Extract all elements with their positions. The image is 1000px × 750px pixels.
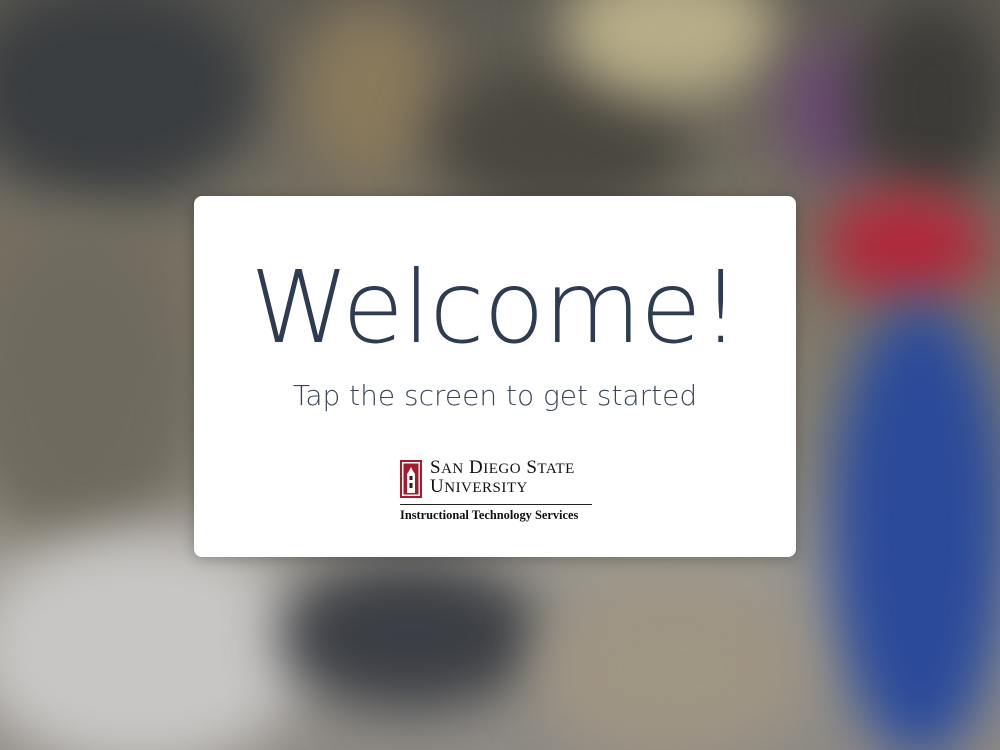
sdsu-tower-seal-icon (400, 460, 422, 498)
logo-department: Instructional Technology Services (400, 508, 579, 522)
tap-to-start-prompt: Tap the screen to get started (292, 379, 698, 412)
logo-divider (400, 504, 592, 505)
welcome-title: Welcome! (250, 249, 741, 366)
sdsu-logo: SAN DIEGO STATE UNIVERSITY Instructional… (400, 457, 592, 530)
logo-name-line2: UNIVERSITY (430, 476, 528, 497)
welcome-card[interactable]: Welcome! Tap the screen to get started S… (194, 196, 796, 557)
